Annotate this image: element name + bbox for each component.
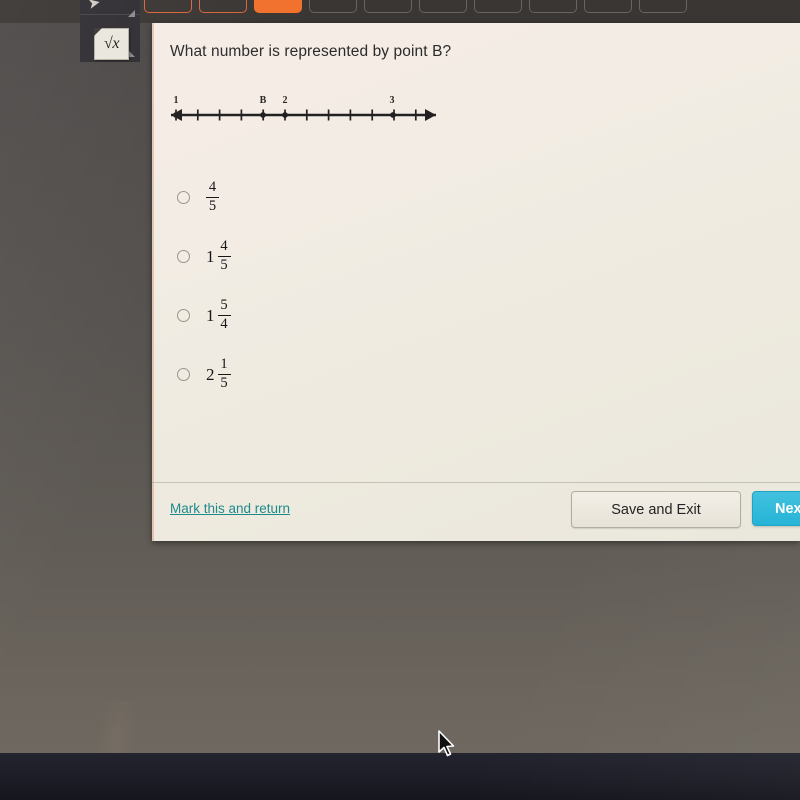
fraction-b: 45 [217, 238, 231, 274]
answer-value-c: 154 [206, 297, 231, 333]
corner-triangle-icon-bottom [128, 50, 135, 57]
radio-button-d[interactable] [177, 368, 190, 381]
answer-value-d: 215 [206, 356, 231, 392]
fraction-c: 54 [217, 297, 231, 333]
answer-option-b[interactable]: 145 [170, 227, 470, 286]
number-line-figure: 1 B 2 3 [166, 85, 466, 135]
tab-indicator-2[interactable] [199, 0, 247, 13]
numerator-d: 1 [220, 356, 228, 373]
number-line-label-B: B [260, 95, 267, 106]
number-line-label-2: 2 [283, 95, 288, 106]
tab-indicator-4[interactable] [309, 0, 357, 13]
number-line-label-1: 1 [174, 95, 179, 106]
tab-strip[interactable] [144, 0, 800, 14]
tab-indicator-8[interactable] [529, 0, 577, 13]
tab-indicator-5[interactable] [364, 0, 412, 13]
denominator-b: 5 [220, 257, 228, 274]
answer-options-list[interactable]: 45145154215 [170, 168, 470, 404]
right-arrowhead-icon [425, 109, 436, 121]
fraction-a: 45 [206, 179, 219, 215]
numerator-c: 5 [220, 297, 228, 314]
answer-value-a: 45 [206, 179, 219, 215]
square-root-icon: √x [104, 35, 119, 52]
tab-indicator-10[interactable] [639, 0, 687, 13]
denominator-c: 4 [220, 316, 228, 333]
tab-indicator-6[interactable] [419, 0, 467, 13]
next-button[interactable]: Next [752, 491, 800, 526]
desktop-background-lower [0, 753, 800, 800]
tab-indicator-1[interactable] [144, 0, 192, 13]
radio-button-a[interactable] [177, 191, 190, 204]
radio-button-b[interactable] [177, 250, 190, 263]
math-document-icon[interactable]: √x [94, 28, 129, 60]
tab-indicator-7[interactable] [474, 0, 522, 13]
question-panel: What number is represented by point B? 1… [152, 23, 800, 541]
mark-this-and-return-link[interactable]: Mark this and return [170, 501, 290, 516]
corner-triangle-icon-top [128, 10, 135, 17]
screen: ➤ √x What number is represented by point… [0, 0, 800, 800]
denominator-a: 5 [208, 198, 217, 215]
denominator-d: 5 [220, 375, 228, 392]
answer-option-a[interactable]: 45 [170, 168, 470, 227]
numerator-a: 4 [208, 179, 217, 196]
number-line-label-3: 3 [390, 95, 395, 106]
point-marker-0 [173, 112, 179, 118]
answer-option-c[interactable]: 154 [170, 286, 470, 345]
whole-number-d: 2 [206, 364, 215, 384]
question-text: What number is represented by point B? [170, 43, 452, 60]
tab-indicator-9[interactable] [584, 0, 632, 13]
point-marker-2 [282, 112, 288, 118]
footer-divider [152, 482, 800, 483]
whole-number-b: 1 [206, 246, 215, 266]
fraction-d: 15 [217, 356, 231, 392]
save-and-exit-button[interactable]: Save and Exit [571, 491, 741, 528]
point-marker-3 [390, 112, 396, 118]
numerator-b: 4 [220, 238, 228, 255]
point-marker-1 [260, 112, 266, 118]
tab-indicator-3[interactable] [254, 0, 302, 13]
whole-number-c: 1 [206, 305, 215, 325]
radio-button-c[interactable] [177, 309, 190, 322]
number-line-svg: 1 B 2 3 [171, 95, 436, 121]
answer-value-b: 145 [206, 238, 231, 274]
answer-option-d[interactable]: 215 [170, 345, 470, 404]
panel-left-edge [152, 23, 154, 541]
